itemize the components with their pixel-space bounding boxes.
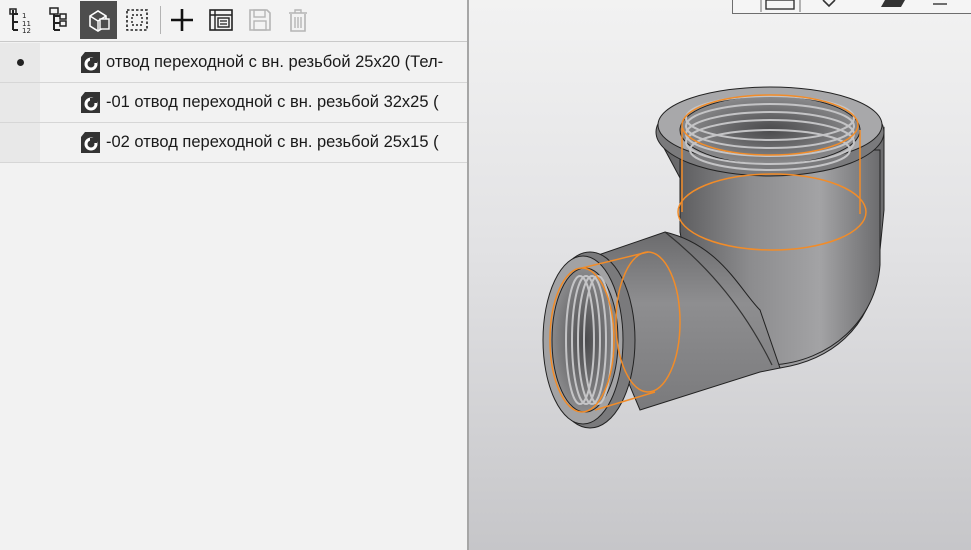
part-view-icon	[88, 10, 110, 32]
delete-button[interactable]	[279, 1, 316, 39]
part-icon	[81, 132, 100, 153]
table-properties-button[interactable]	[202, 1, 239, 39]
selection-frame-icon	[125, 9, 148, 31]
tree-row[interactable]: -01 отвод переходной с вн. резьбой 32x25…	[0, 83, 467, 123]
current-variant-dot	[16, 59, 24, 66]
tree-structure-button[interactable]	[40, 1, 77, 39]
variants-tree: отвод переходной с вн. резьбой 25x20 (Те…	[0, 43, 467, 163]
current-marker-cell[interactable]	[0, 123, 40, 162]
part-view-button[interactable]	[80, 1, 117, 39]
tree-numbered-button[interactable]: 1 11 12	[2, 1, 39, 39]
save-icon	[248, 9, 271, 31]
tree-structure-icon	[48, 7, 67, 31]
current-marker-cell[interactable]	[0, 43, 40, 82]
elbow-fitting-model	[542, 86, 885, 429]
panel-toolbar: 1 11 12	[0, 0, 467, 42]
3d-viewport[interactable]	[469, 0, 971, 550]
add-icon	[170, 9, 193, 31]
tree-numbered-icon: 1 11 12	[8, 8, 31, 34]
svg-text:12: 12	[22, 27, 31, 34]
add-button[interactable]	[163, 1, 200, 39]
delete-icon	[288, 9, 307, 32]
save-button[interactable]	[241, 1, 278, 39]
variants-panel: 1 11 12 отвод переходной с вн. резьбой 2…	[0, 0, 467, 550]
part-icon	[81, 92, 100, 113]
selection-frame-button[interactable]	[118, 1, 155, 39]
variant-label: -01 отвод переходной с вн. резьбой 32x25…	[106, 93, 439, 111]
svg-text:1: 1	[22, 12, 26, 20]
tree-row[interactable]: отвод переходной с вн. резьбой 25x20 (Те…	[0, 43, 467, 83]
table-properties-icon	[208, 9, 233, 31]
variant-label: -02 отвод переходной с вн. резьбой 25x15…	[106, 133, 439, 151]
variant-label: отвод переходной с вн. резьбой 25x20 (Те…	[106, 53, 444, 71]
part-icon	[81, 52, 100, 73]
current-marker-cell[interactable]	[0, 83, 40, 122]
toolbar-separator	[160, 6, 161, 34]
tree-row[interactable]: -02 отвод переходной с вн. резьбой 25x15…	[0, 123, 467, 163]
